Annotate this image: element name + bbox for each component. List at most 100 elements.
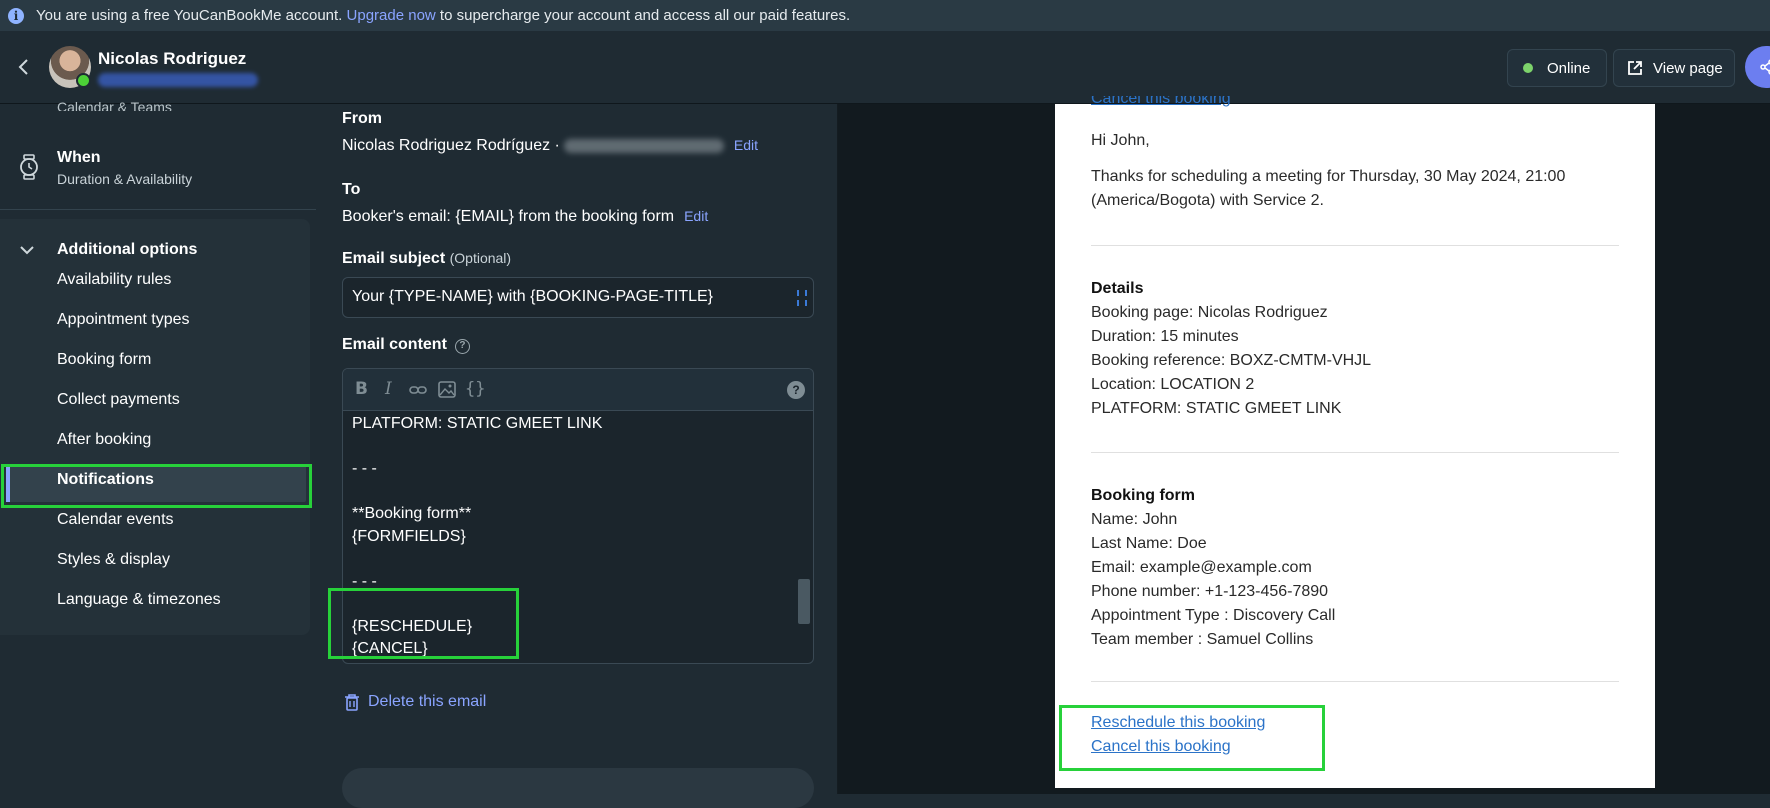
- variable-insert-icon[interactable]: [797, 290, 807, 306]
- info-icon: i: [8, 7, 24, 24]
- online-label: Online: [1547, 59, 1591, 77]
- to-edit-link[interactable]: Edit: [684, 208, 708, 224]
- user-email-blurred: [98, 73, 258, 87]
- sidebar-item-appointment-types[interactable]: Appointment types: [57, 311, 190, 329]
- from-value: Nicolas Rodriguez Rodríguez ·: [342, 137, 560, 154]
- active-item-background: [6, 464, 306, 502]
- subject-label-text: Email subject: [342, 250, 446, 267]
- sidebar-item-after-booking[interactable]: After booking: [57, 431, 151, 449]
- watch-icon: [20, 154, 38, 180]
- editor-line: - - -: [352, 572, 377, 590]
- to-label: To: [342, 181, 361, 198]
- editor-help-icon[interactable]: ?: [787, 381, 805, 399]
- sidebar-item-styles-display[interactable]: Styles & display: [57, 551, 170, 569]
- external-link-icon: [1628, 61, 1642, 75]
- to-value: Booker's email: {EMAIL} from the booking…: [342, 208, 675, 225]
- sidebar-item-language-timezones[interactable]: Language & timezones: [57, 591, 221, 609]
- subject-value: Your {TYPE-NAME} with {BOOKING-PAGE-TITL…: [352, 288, 714, 305]
- preview-intro-line2: (America/Bogota) with Service 2.: [1091, 192, 1324, 209]
- online-button[interactable]: Online: [1507, 49, 1607, 87]
- sidebar-item-availability-rules[interactable]: Availability rules: [57, 271, 171, 289]
- email-form: From Nicolas Rodriguez Rodríguez · Edit T…: [316, 104, 838, 808]
- bold-icon[interactable]: B: [355, 379, 368, 399]
- subject-optional: (Optional): [449, 250, 512, 266]
- details-line: Duration: 15 minutes: [1091, 328, 1239, 345]
- share-icon: [1760, 59, 1770, 75]
- email-preview: Cancel this booking Hi John, Thanks for …: [1055, 96, 1655, 788]
- back-icon[interactable]: [12, 55, 36, 79]
- additional-options-title: Additional options: [57, 241, 198, 258]
- view-page-label: View page: [1653, 59, 1723, 77]
- editor-line: **Booking form**: [352, 505, 472, 522]
- variables-icon[interactable]: {}: [465, 379, 485, 399]
- chevron-down-icon: [20, 246, 34, 255]
- editor-line: - - -: [352, 460, 377, 477]
- sidebar-item-notifications[interactable]: Notifications: [57, 471, 154, 489]
- to-value-row: Booker's email: {EMAIL} from the booking…: [342, 208, 708, 226]
- editor-line: {FORMFIELDS}: [352, 527, 466, 545]
- preview-divider: [1091, 452, 1619, 453]
- when-subtitle: Duration & Availability: [57, 171, 193, 187]
- online-status-dot: [76, 73, 91, 88]
- content-label-text: Email content: [342, 336, 447, 353]
- sidebar-item-calendar-events[interactable]: Calendar events: [57, 511, 174, 529]
- form-field-line: Email: example@example.com: [1091, 559, 1312, 576]
- editor-scrollbar-thumb[interactable]: [798, 579, 810, 624]
- cancel-booking-link[interactable]: Cancel this booking: [1091, 738, 1231, 756]
- email-content-editor[interactable]: B I {} ? PLATFORM: STATIC GMEET LINK - -…: [342, 368, 814, 664]
- view-page-button[interactable]: View page: [1613, 49, 1735, 87]
- user-name: Nicolas Rodriguez: [98, 49, 247, 68]
- details-line: PLATFORM: STATIC GMEET LINK: [1091, 400, 1342, 417]
- link-icon[interactable]: [409, 382, 427, 398]
- form-field-line: Phone number: +1-123-456-7890: [1091, 583, 1329, 600]
- sidebar: Calendar & Teams When Duration & Availab…: [0, 99, 316, 794]
- details-title: Details: [1091, 280, 1144, 297]
- email-content-label: Email content?: [342, 336, 470, 354]
- sidebar-item-when[interactable]: When Duration & Availability: [0, 146, 316, 210]
- details-line: Booking page: Nicolas Rodriguez: [1091, 304, 1328, 321]
- online-dot-icon: [1523, 63, 1533, 73]
- from-email-blurred: [563, 138, 724, 153]
- preview-divider: [1091, 245, 1619, 246]
- banner-text: You are using a free YouCanBookMe accoun…: [36, 7, 343, 24]
- when-title: When: [57, 149, 101, 166]
- preview-cut-link[interactable]: Cancel this booking: [1091, 96, 1231, 110]
- editor-toolbar: B I {} ?: [343, 369, 813, 411]
- form-field-line: Appointment Type : Discovery Call: [1091, 607, 1336, 624]
- share-button[interactable]: [1745, 46, 1770, 88]
- additional-options-panel: Additional options Availability rules Ap…: [0, 219, 310, 635]
- email-subject-input[interactable]: Your {TYPE-NAME} with {BOOKING-PAGE-TITL…: [342, 277, 814, 318]
- top-bar: Nicolas Rodriguez Online View page: [0, 31, 1770, 104]
- save-button[interactable]: [342, 768, 814, 808]
- editor-line: {CANCEL}: [352, 640, 428, 657]
- editor-body[interactable]: PLATFORM: STATIC GMEET LINK - - - **Book…: [352, 413, 792, 661]
- editor-line: {RESCHEDULE}: [352, 617, 473, 635]
- from-label: From: [342, 110, 382, 127]
- delete-email-label: Delete this email: [368, 693, 487, 710]
- details-line: Location: LOCATION 2: [1091, 376, 1255, 393]
- upgrade-banner: i You are using a free YouCanBookMe acco…: [0, 0, 1770, 31]
- upgrade-now-link[interactable]: Upgrade now: [347, 7, 436, 24]
- image-icon[interactable]: [438, 381, 456, 398]
- preview-intro-line1: Thanks for scheduling a meeting for Thur…: [1091, 168, 1566, 185]
- delete-email-button[interactable]: Delete this email: [344, 693, 486, 711]
- form-field-line: Name: John: [1091, 511, 1178, 528]
- sidebar-item-booking-form[interactable]: Booking form: [57, 351, 151, 369]
- sidebar-item-calendar-teams[interactable]: Calendar & Teams: [57, 99, 172, 111]
- question-icon[interactable]: ?: [454, 339, 470, 354]
- trash-icon: [345, 694, 359, 711]
- from-value-row: Nicolas Rodriguez Rodríguez · Edit: [342, 137, 758, 155]
- from-edit-link[interactable]: Edit: [734, 137, 758, 153]
- details-line: Booking reference: BOXZ-CMTM-VHJL: [1091, 352, 1372, 369]
- sidebar-item-collect-payments[interactable]: Collect payments: [57, 391, 180, 409]
- email-subject-label: Email subject (Optional): [342, 250, 511, 268]
- reschedule-booking-link[interactable]: Reschedule this booking: [1091, 714, 1265, 732]
- additional-options-toggle[interactable]: Additional options: [20, 241, 197, 259]
- form-field-line: Last Name: Doe: [1091, 535, 1207, 552]
- booking-form-title: Booking form: [1091, 487, 1195, 504]
- italic-icon[interactable]: I: [385, 379, 392, 399]
- form-field-line: Team member : Samuel Collins: [1091, 631, 1314, 648]
